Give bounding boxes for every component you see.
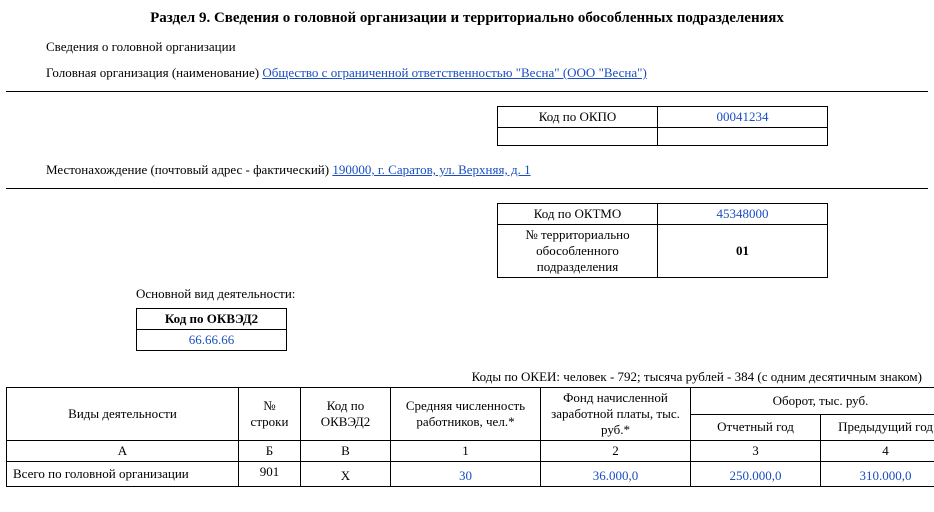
oktmo-value[interactable]: 45348000: [658, 204, 828, 225]
letter-4: 4: [821, 441, 934, 462]
th-report-year: Отчетный год: [691, 414, 821, 441]
section-title: Раздел 9. Сведения о головной организаци…: [6, 10, 928, 27]
letter-v: В: [301, 441, 391, 462]
row-name: Всего по головной организации: [7, 462, 239, 487]
row-turnover-prev[interactable]: 310.000,0: [821, 466, 934, 487]
letter-2: 2: [541, 441, 691, 462]
activity-table: Виды деятельности № строки Код по ОКВЭД2…: [6, 387, 934, 487]
row-turnover-report[interactable]: 250.000,0: [691, 466, 821, 487]
okpo-label: Код по ОКПО: [498, 107, 658, 128]
divider: [6, 188, 928, 189]
letter-a: А: [7, 441, 239, 462]
okpo-table: Код по ОКПО 00041234: [497, 106, 828, 146]
th-prev-year: Предыдущий год: [821, 414, 934, 441]
letter-3: 3: [691, 441, 821, 462]
okved-table: Код по ОКВЭД2 66.66.66: [136, 308, 287, 351]
row-line-no: 901: [239, 462, 301, 487]
address-value[interactable]: 190000, г. Саратов, ул. Верхняя, д. 1: [332, 162, 530, 177]
org-label: Головная организация (наименование): [46, 65, 262, 80]
oktmo-label: Код по ОКТМО: [498, 204, 658, 225]
okei-note: Коды по ОКЕИ: человек - 792; тысяча рубл…: [6, 369, 922, 385]
main-activity-label: Основной вид деятельности:: [136, 286, 888, 302]
okved-value[interactable]: 66.66.66: [137, 330, 287, 351]
th-turnover: Оборот, тыс. руб.: [691, 388, 934, 415]
th-workers: Средняя численность работников, чел.*: [391, 388, 541, 441]
okpo-empty-value: [658, 128, 828, 146]
address-label: Местонахождение (почтовый адрес - фактич…: [46, 162, 332, 177]
row-payroll[interactable]: 36.000,0: [541, 466, 691, 487]
row-okved: Х: [301, 466, 391, 487]
th-activities: Виды деятельности: [7, 388, 239, 441]
th-line-no: № строки: [239, 388, 301, 441]
letter-b: Б: [239, 441, 301, 462]
division-value: 01: [658, 225, 828, 278]
okved-header: Код по ОКВЭД2: [137, 309, 287, 330]
th-okved: Код по ОКВЭД2: [301, 388, 391, 441]
org-name-value[interactable]: Общество с ограниченной ответственностью…: [262, 65, 646, 80]
oktmo-table: Код по ОКТМО 45348000 № территориально о…: [497, 203, 828, 278]
letter-1: 1: [391, 441, 541, 462]
th-payroll: Фонд начисленной заработной платы, тыс. …: [541, 388, 691, 441]
division-label: № территориально обособленного подраздел…: [498, 225, 658, 278]
subtitle: Сведения о головной организации: [46, 39, 888, 55]
divider: [6, 91, 928, 92]
row-workers[interactable]: 30: [391, 466, 541, 487]
okpo-empty-label: [498, 128, 658, 146]
okpo-value[interactable]: 00041234: [658, 107, 828, 128]
